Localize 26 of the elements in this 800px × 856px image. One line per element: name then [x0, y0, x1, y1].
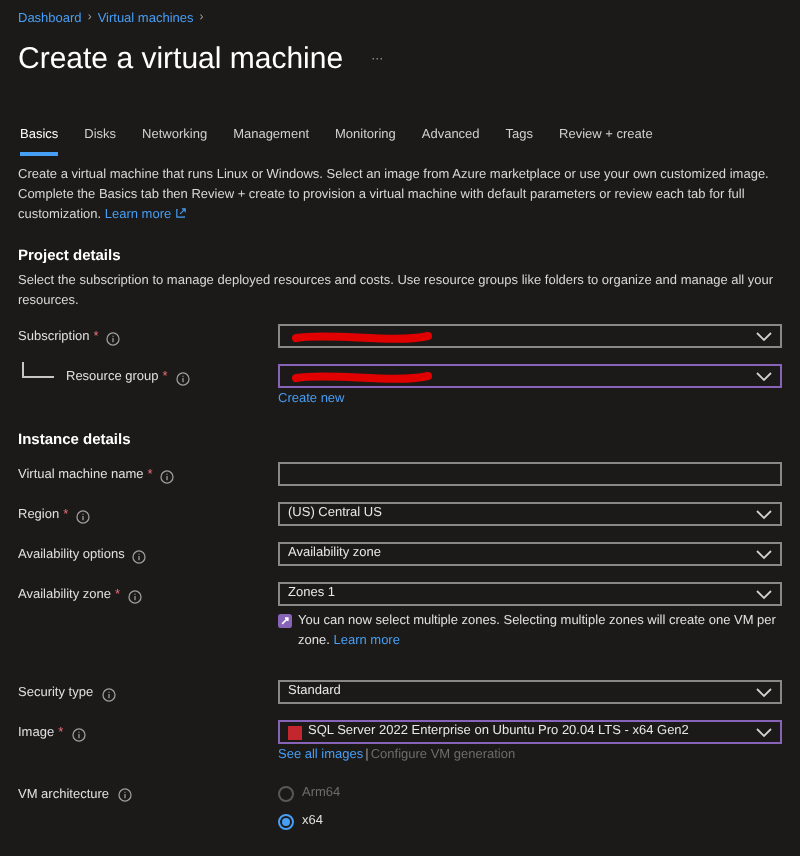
info-icon[interactable]	[160, 469, 175, 484]
redaction-scribble	[292, 369, 432, 384]
chevron-down-icon	[756, 331, 772, 342]
info-icon[interactable]	[106, 331, 121, 346]
chevron-down-icon	[756, 509, 772, 520]
select-field[interactable]	[278, 324, 782, 349]
image-logo-icon	[288, 725, 302, 740]
redaction-scribble	[292, 329, 432, 344]
tree-connector	[22, 362, 54, 379]
info-icon[interactable]	[175, 371, 190, 386]
chevron-down-icon	[756, 687, 772, 698]
select-field[interactable]	[278, 364, 782, 389]
chevron-down-icon	[756, 589, 772, 600]
page-title: Create a virtual machine	[18, 39, 344, 80]
info-icon[interactable]	[76, 509, 91, 524]
external-link-icon	[175, 208, 186, 218]
chevron-down-icon	[756, 549, 772, 560]
chevron-down-icon	[756, 371, 772, 382]
info-icon[interactable]	[132, 549, 147, 564]
info-icon[interactable]	[117, 788, 132, 803]
input-field[interactable]	[278, 462, 782, 487]
info-icon[interactable]	[101, 687, 116, 702]
radio-button[interactable]	[278, 813, 294, 830]
chevron-down-icon	[756, 727, 772, 738]
info-icon[interactable]	[128, 589, 143, 604]
info-icon[interactable]	[71, 727, 86, 742]
